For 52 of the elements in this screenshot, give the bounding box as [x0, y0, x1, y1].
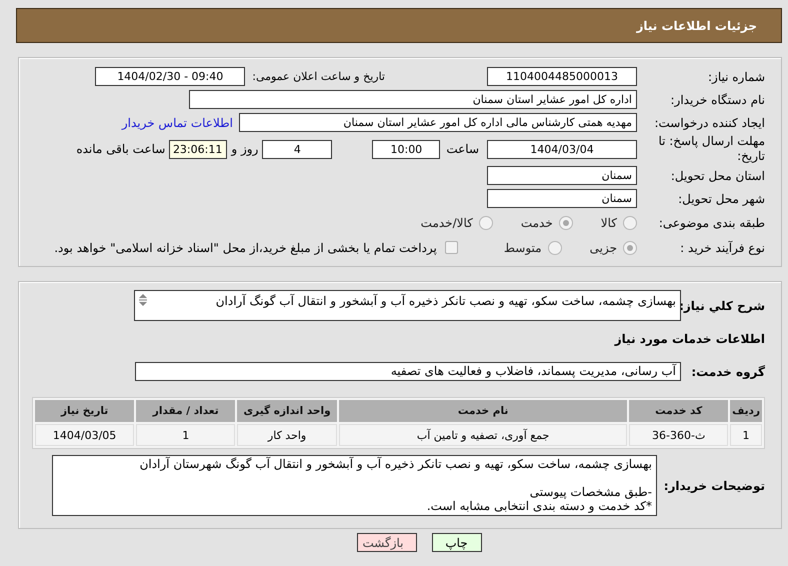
table-cell: ث-360-36 [629, 424, 728, 446]
option-label: کالا/خدمت [420, 216, 473, 230]
need-number-field[interactable]: 1104004485000013 [487, 67, 637, 86]
deadline-date-field[interactable]: 1404/03/04 [487, 140, 637, 158]
field-label: طبقه بندی موضوعی: [658, 216, 766, 230]
remaining-time-field[interactable]: 23:06:11 [169, 140, 228, 158]
field-label: استان محل تحویل: [670, 168, 766, 182]
announce-date-field[interactable]: 1404/02/30 - 09:40 [95, 67, 246, 86]
table-cell: 1404/03/05 [35, 424, 134, 446]
table-cell: جمع آوری، تصفیه و تامین آب [338, 424, 628, 446]
summary-field[interactable]: بهسازی چشمه، ساخت سکو، تهیه و نصب تانکر ذخیره آب و آبشخور و انتقال آب گونگ آرادان [134, 290, 681, 321]
back-button[interactable]: بازگشت [356, 533, 416, 552]
field-label: نام دستگاه خریدار: [670, 92, 766, 106]
requester-field[interactable]: مهدیه همتی کارشناس مالی اداره کل امور عشایر استان سمنان [239, 113, 637, 132]
column-header: تعداد / مقدار [136, 400, 236, 422]
option-label: کالا [600, 216, 617, 230]
option-label: خدمت [520, 216, 553, 230]
field-label: شماره نیاز: [707, 70, 766, 84]
field-label: شرح كلي نياز: [681, 298, 766, 312]
section-title: اطلاعات خدمات مورد نیاز [614, 332, 766, 346]
option-label: جزیی [590, 240, 617, 254]
field-label: تاریخ و ساعت اعلان عمومی: [252, 70, 385, 83]
days-field[interactable]: 4 [262, 140, 332, 158]
notes-field[interactable]: بهسازی چشمه، ساخت سکو، تهیه و نصب تانکر ذخیره آب و آبشخور و انتقال آب گونگ شهرستان آرادان -طبق مشخصات پیوستی *کد خدمت و دسته بندی انتخابی مشابه است. [52, 455, 657, 516]
table-cell: 1 [730, 424, 762, 446]
days-label: روز و [231, 142, 258, 156]
table-cell: واحد کار [237, 424, 337, 446]
print-button[interactable]: چاپ [432, 533, 482, 552]
buyer-org-field[interactable]: اداره کل امور عشایر استان سمنان [189, 90, 637, 109]
prepay-label: پرداخت تمام یا بخشی از مبلغ خرید،از محل "اسناد خزانه اسلامی" خواهد بود. [54, 240, 437, 254]
contact-link[interactable]: اطلاعات تماس خریدار [122, 116, 233, 130]
column-header: واحد اندازه گیری [237, 400, 337, 422]
province-field[interactable]: سمنان [487, 166, 637, 185]
remaining-label: ساعت باقی مانده [76, 142, 166, 156]
column-header: کد خدمت [629, 400, 728, 422]
field-label: مهلت ارسال پاسخ: تا تاریخ: [657, 134, 766, 164]
column-header: نام خدمت [338, 400, 628, 422]
field-label: گروه خدمت: [690, 364, 766, 378]
time-label: ساعت [446, 142, 479, 156]
scroll-arrows-icon[interactable] [138, 293, 148, 307]
column-header: ردیف [730, 400, 762, 422]
field-label: شهر محل تحویل: [677, 192, 766, 206]
option-label: متوسط [504, 240, 542, 254]
service-group-field[interactable]: آب رسانی، مدیریت پسماند، فاضلاب و فعالیت های تصفیه [135, 362, 681, 381]
deadline-time-field[interactable]: 10:00 [372, 140, 440, 158]
column-header: تاریخ نیاز [35, 400, 134, 422]
field-label: ایجاد کننده درخواست: [653, 116, 766, 130]
page-title: جزئیات اطلاعات نیاز [636, 18, 757, 32]
field-label: نوع فرآیند خرید : [679, 240, 766, 254]
table-cell: 1 [136, 424, 236, 446]
city-field[interactable]: سمنان [487, 189, 637, 208]
field-label: توضیحات خریدار: [662, 478, 766, 492]
